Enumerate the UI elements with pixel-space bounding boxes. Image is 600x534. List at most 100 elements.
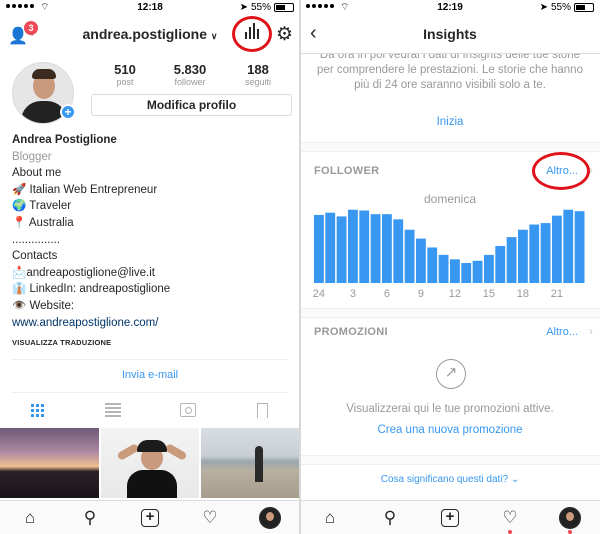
create-promotion-link[interactable]: Crea una nuova promozione bbox=[300, 424, 600, 436]
screenshot: ⌔ 12:18 ➤ 55% 👤⁺ 3 andrea.postiglione ∨ … bbox=[0, 0, 600, 534]
x-tick-label: 3 bbox=[349, 288, 356, 300]
battery-icon bbox=[274, 3, 294, 12]
chart-bar[interactable] bbox=[370, 214, 381, 283]
page-title: Insights bbox=[423, 26, 477, 42]
insights-header: ‹ Insights bbox=[300, 16, 600, 54]
screen-divider bbox=[299, 0, 301, 534]
stat-followers-label: follower bbox=[174, 77, 206, 87]
chart-bar[interactable] bbox=[427, 247, 438, 283]
chart-bar[interactable] bbox=[416, 238, 426, 283]
stat-followers-value: 5.830 bbox=[173, 62, 207, 77]
website-link[interactable]: www.andreapostiglione.com/ bbox=[12, 315, 297, 332]
promotions-empty-text: Visualizzerai qui le tue promozioni atti… bbox=[346, 403, 554, 415]
gear-icon[interactable]: ⚙ bbox=[276, 23, 293, 46]
search-icon[interactable]: ⚲ bbox=[377, 505, 403, 531]
tab-list[interactable] bbox=[101, 401, 125, 419]
stat-posts-label: post bbox=[116, 77, 134, 87]
add-story-icon[interactable]: + bbox=[60, 104, 76, 120]
chart-bar[interactable] bbox=[404, 229, 415, 283]
profile-screen: ⌔ 12:18 ➤ 55% 👤⁺ 3 andrea.postiglione ∨ … bbox=[0, 0, 300, 534]
heart-icon[interactable]: ♡ bbox=[497, 505, 523, 534]
bio-website-label: 👁️ Website: bbox=[12, 299, 75, 312]
chart-bar[interactable] bbox=[540, 223, 551, 283]
bio-contacts: Contacts bbox=[12, 250, 58, 263]
x-tick-label: 12 bbox=[448, 288, 462, 300]
chart-bar[interactable] bbox=[472, 260, 483, 283]
see-translation-link[interactable]: VISUALIZZA TRADUZIONE bbox=[12, 335, 297, 352]
chart-day-label: domenica bbox=[423, 192, 477, 206]
location-icon: ➤ bbox=[239, 2, 248, 13]
chart-bar[interactable] bbox=[325, 212, 336, 283]
battery-text: 55% bbox=[550, 2, 571, 13]
insights-intro-text: Da ora in poi vedrai i dati di Insights … bbox=[317, 49, 583, 92]
chart-bar[interactable] bbox=[563, 209, 574, 283]
photo-grid bbox=[0, 428, 300, 498]
notification-dot bbox=[568, 529, 572, 534]
send-email-button[interactable]: Invia e-mail bbox=[0, 369, 300, 381]
chart-bar[interactable] bbox=[506, 237, 517, 283]
stat-following[interactable]: 188 seguiti bbox=[228, 62, 288, 87]
edit-profile-button[interactable]: Modifica profilo bbox=[91, 94, 292, 116]
divider bbox=[12, 392, 288, 393]
bio-line-2: 🌍 Traveler bbox=[12, 200, 72, 213]
home-icon[interactable]: ⌂ bbox=[317, 505, 343, 531]
profile-header: 👤⁺ 3 andrea.postiglione ∨ ⚙ bbox=[0, 16, 300, 54]
bio-about: About me bbox=[12, 167, 62, 180]
battery-text: 55% bbox=[250, 2, 271, 13]
search-icon[interactable]: ⚲ bbox=[77, 505, 103, 531]
stat-followers[interactable]: 5.830 follower bbox=[160, 62, 220, 87]
x-tick-label: 21 bbox=[550, 288, 564, 300]
heart-icon[interactable]: ♡ bbox=[197, 505, 223, 531]
start-link[interactable]: Inizia bbox=[300, 116, 600, 128]
follower-section-title: FOLLOWER bbox=[314, 165, 380, 177]
photo-thumbnail-portrait[interactable] bbox=[100, 428, 200, 498]
chart-bar[interactable] bbox=[574, 211, 585, 283]
chart-bar[interactable] bbox=[382, 214, 392, 283]
chart-bar[interactable] bbox=[529, 224, 540, 283]
bio-linkedin: 👔 LinkedIn: andreapostiglione bbox=[12, 283, 171, 296]
chart-bar[interactable] bbox=[348, 209, 358, 283]
insights-screen: ⌔ 12:19 ➤ 55% Da ora in poi vedrai i dat… bbox=[300, 0, 600, 534]
what-data-means-link[interactable]: Cosa significano questi dati? ⌄ bbox=[300, 474, 600, 485]
chart-bar[interactable] bbox=[336, 216, 347, 283]
chart-bar[interactable] bbox=[314, 214, 324, 283]
chart-bar[interactable] bbox=[438, 254, 449, 283]
stat-following-label: seguiti bbox=[244, 77, 271, 87]
insights-button[interactable] bbox=[232, 16, 272, 52]
chart-bar[interactable] bbox=[552, 215, 562, 283]
tab-saved[interactable] bbox=[251, 401, 275, 419]
tab-tagged[interactable] bbox=[176, 401, 200, 419]
profile-icon[interactable] bbox=[557, 505, 583, 534]
chart-bar[interactable] bbox=[450, 259, 460, 283]
home-icon[interactable]: ⌂ bbox=[17, 505, 43, 531]
username: andrea.postiglione bbox=[82, 26, 207, 42]
section-separator bbox=[300, 142, 600, 152]
chart-bar[interactable] bbox=[359, 210, 370, 283]
bottom-nav: ⌂ ⚲ + ♡ bbox=[0, 500, 300, 534]
chart-bar[interactable] bbox=[495, 246, 506, 283]
grid-icon bbox=[31, 403, 44, 417]
chart-bar[interactable] bbox=[518, 229, 528, 283]
bio-line-3: 📍 Australia bbox=[12, 216, 74, 229]
status-bar: ⌔ 12:18 ➤ 55% bbox=[0, 0, 300, 16]
promotions-more-link[interactable]: Altro... bbox=[546, 326, 578, 338]
promotion-arrow-icon: ↗ bbox=[436, 359, 466, 389]
new-post-icon[interactable]: + bbox=[137, 505, 163, 531]
chart-bar[interactable] bbox=[461, 263, 472, 283]
photo-thumbnail-sunset[interactable] bbox=[0, 428, 99, 498]
bio-dots: ............... bbox=[12, 233, 60, 246]
x-tick-label: 9 bbox=[417, 288, 424, 300]
chart-bar[interactable] bbox=[484, 254, 494, 283]
section-separator bbox=[300, 455, 600, 465]
bio-line-1: 🚀 Italian Web Entrepreneur bbox=[12, 183, 158, 196]
stat-posts[interactable]: 510 post bbox=[95, 62, 155, 87]
photo-thumbnail-beach[interactable] bbox=[201, 428, 300, 498]
chart-x-axis: 24 3 6 9 12 15 18 21 bbox=[300, 288, 600, 302]
status-bar: ⌔ 12:19 ➤ 55% bbox=[300, 0, 600, 16]
x-tick-label: 6 bbox=[383, 288, 390, 300]
profile-icon[interactable] bbox=[257, 505, 283, 531]
follower-activity-chart bbox=[314, 209, 585, 283]
tab-grid[interactable] bbox=[26, 401, 50, 419]
new-post-icon[interactable]: + bbox=[437, 505, 463, 531]
chart-bar[interactable] bbox=[393, 219, 404, 283]
